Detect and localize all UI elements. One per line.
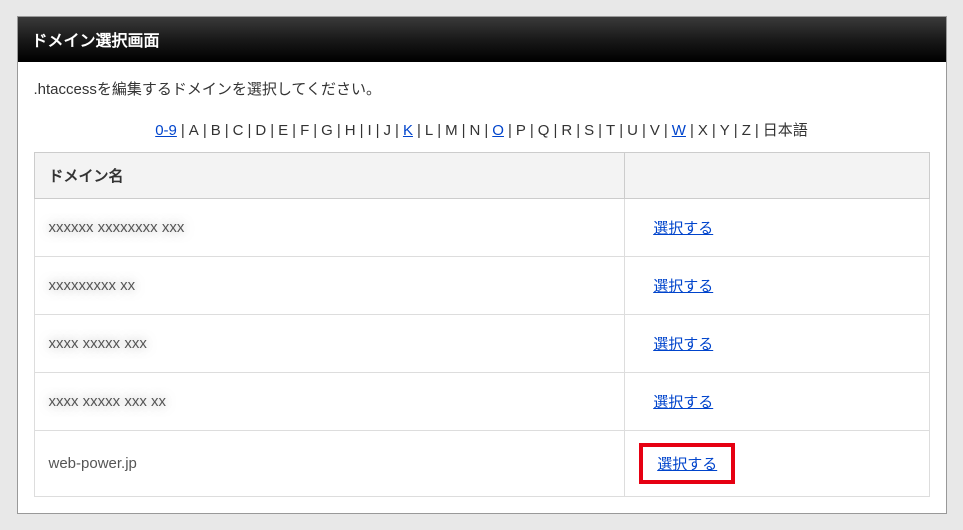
index-separator: | (437, 122, 441, 139)
index-item-R: R (561, 122, 572, 139)
domain-select-panel: ドメイン選択画面 .htaccessを編集するドメインを選択してください。 0-… (17, 16, 947, 514)
index-separator: | (712, 122, 716, 139)
index-item-C: C (233, 122, 244, 139)
index-item-J: J (384, 122, 392, 139)
index-separator: | (462, 122, 466, 139)
index-separator: | (576, 122, 580, 139)
index-separator: | (553, 122, 557, 139)
index-item-X: X (698, 122, 708, 139)
index-separator: | (292, 122, 296, 139)
index-separator: | (664, 122, 668, 139)
index-item-T: T (606, 122, 615, 139)
index-separator: | (484, 122, 488, 139)
table-row: xxxxxxxxx xx 選択する (34, 257, 929, 315)
select-link[interactable]: 選択する (653, 220, 713, 237)
index-item-H: H (345, 122, 356, 139)
panel-title: ドメイン選択画面 (18, 17, 946, 62)
domain-table: ドメイン名 xxxxxx xxxxxxxx xxx選択するxxxxxxxxx x… (34, 152, 930, 497)
domain-name-cell: xxxx xxxxx xxx xx (34, 373, 625, 431)
select-link[interactable]: 選択する (657, 456, 717, 473)
index-separator: | (376, 122, 380, 139)
domain-action-cell: 選択する (625, 257, 929, 315)
select-link[interactable]: 選択する (653, 278, 713, 295)
index-item-E: E (278, 122, 288, 139)
index-item-Y: Y (720, 122, 730, 139)
domain-action-cell: 選択する (625, 373, 929, 431)
index-separator: | (417, 122, 421, 139)
panel-body: .htaccessを編集するドメインを選択してください。 0-9|A|B|C|D… (18, 62, 946, 513)
domain-name-cell: web-power.jp (34, 431, 625, 497)
select-button-wrap: 選択する (639, 211, 727, 244)
select-button-wrap: 選択する (639, 269, 727, 302)
index-separator: | (247, 122, 251, 139)
column-header-name: ドメイン名 (34, 153, 625, 199)
index-separator: | (181, 122, 185, 139)
index-item-N: N (470, 122, 481, 139)
index-item-K[interactable]: K (403, 122, 413, 139)
index-item-G: G (321, 122, 333, 139)
domain-name-cell: xxxxxxxxx xx (34, 257, 625, 315)
select-link[interactable]: 選択する (653, 394, 713, 411)
table-row: web-power.jp 選択する (34, 431, 929, 497)
index-separator: | (734, 122, 738, 139)
index-item-Z: Z (742, 122, 751, 139)
table-row: xxxxxx xxxxxxxx xxx 選択する (34, 199, 929, 257)
domain-name-cell: xxxxxx xxxxxxxx xxx (34, 199, 625, 257)
index-item-I: I (367, 122, 371, 139)
index-separator: | (530, 122, 534, 139)
index-item-S: S (584, 122, 594, 139)
select-button-highlight: 選択する (639, 443, 735, 484)
select-button-wrap: 選択する (639, 327, 727, 360)
index-item-V: V (650, 122, 660, 139)
domain-name-cell: xxxx xxxxx xxx (34, 315, 625, 373)
column-header-action (625, 153, 929, 199)
index-separator: | (642, 122, 646, 139)
index-item-Q: Q (538, 122, 550, 139)
index-item-F: F (300, 122, 309, 139)
index-separator: | (337, 122, 341, 139)
index-separator: | (203, 122, 207, 139)
index-item-B: B (211, 122, 221, 139)
index-separator: | (360, 122, 364, 139)
index-item-0-9[interactable]: 0-9 (155, 122, 177, 139)
index-separator: | (270, 122, 274, 139)
index-item-W[interactable]: W (672, 122, 686, 139)
index-separator: | (598, 122, 602, 139)
domain-action-cell: 選択する (625, 199, 929, 257)
select-link[interactable]: 選択する (653, 336, 713, 353)
index-separator: | (508, 122, 512, 139)
index-item-L: L (425, 122, 433, 139)
domain-table-body: xxxxxx xxxxxxxx xxx選択するxxxxxxxxx xx選択するx… (34, 199, 929, 497)
select-button-wrap: 選択する (639, 385, 727, 418)
index-item-M: M (445, 122, 458, 139)
domain-action-cell: 選択する (625, 315, 929, 373)
index-separator: | (690, 122, 694, 139)
index-separator: | (313, 122, 317, 139)
index-separator: | (395, 122, 399, 139)
table-row: xxxx xxxxx xxx 選択する (34, 315, 929, 373)
instruction-text: .htaccessを編集するドメインを選択してください。 (34, 78, 930, 99)
domain-action-cell: 選択する (625, 431, 929, 497)
table-row: xxxx xxxxx xxx xx 選択する (34, 373, 929, 431)
index-item-D: D (255, 122, 266, 139)
index-item-O[interactable]: O (492, 122, 504, 139)
index-item-A: A (189, 122, 199, 139)
index-item-日本語: 日本語 (763, 122, 808, 139)
index-item-P: P (516, 122, 526, 139)
index-separator: | (619, 122, 623, 139)
index-separator: | (225, 122, 229, 139)
alpha-index-nav: 0-9|A|B|C|D|E|F|G|H|I|J|K|L|M|N|O|P|Q|R|… (34, 119, 930, 140)
index-separator: | (755, 122, 759, 139)
index-item-U: U (627, 122, 638, 139)
